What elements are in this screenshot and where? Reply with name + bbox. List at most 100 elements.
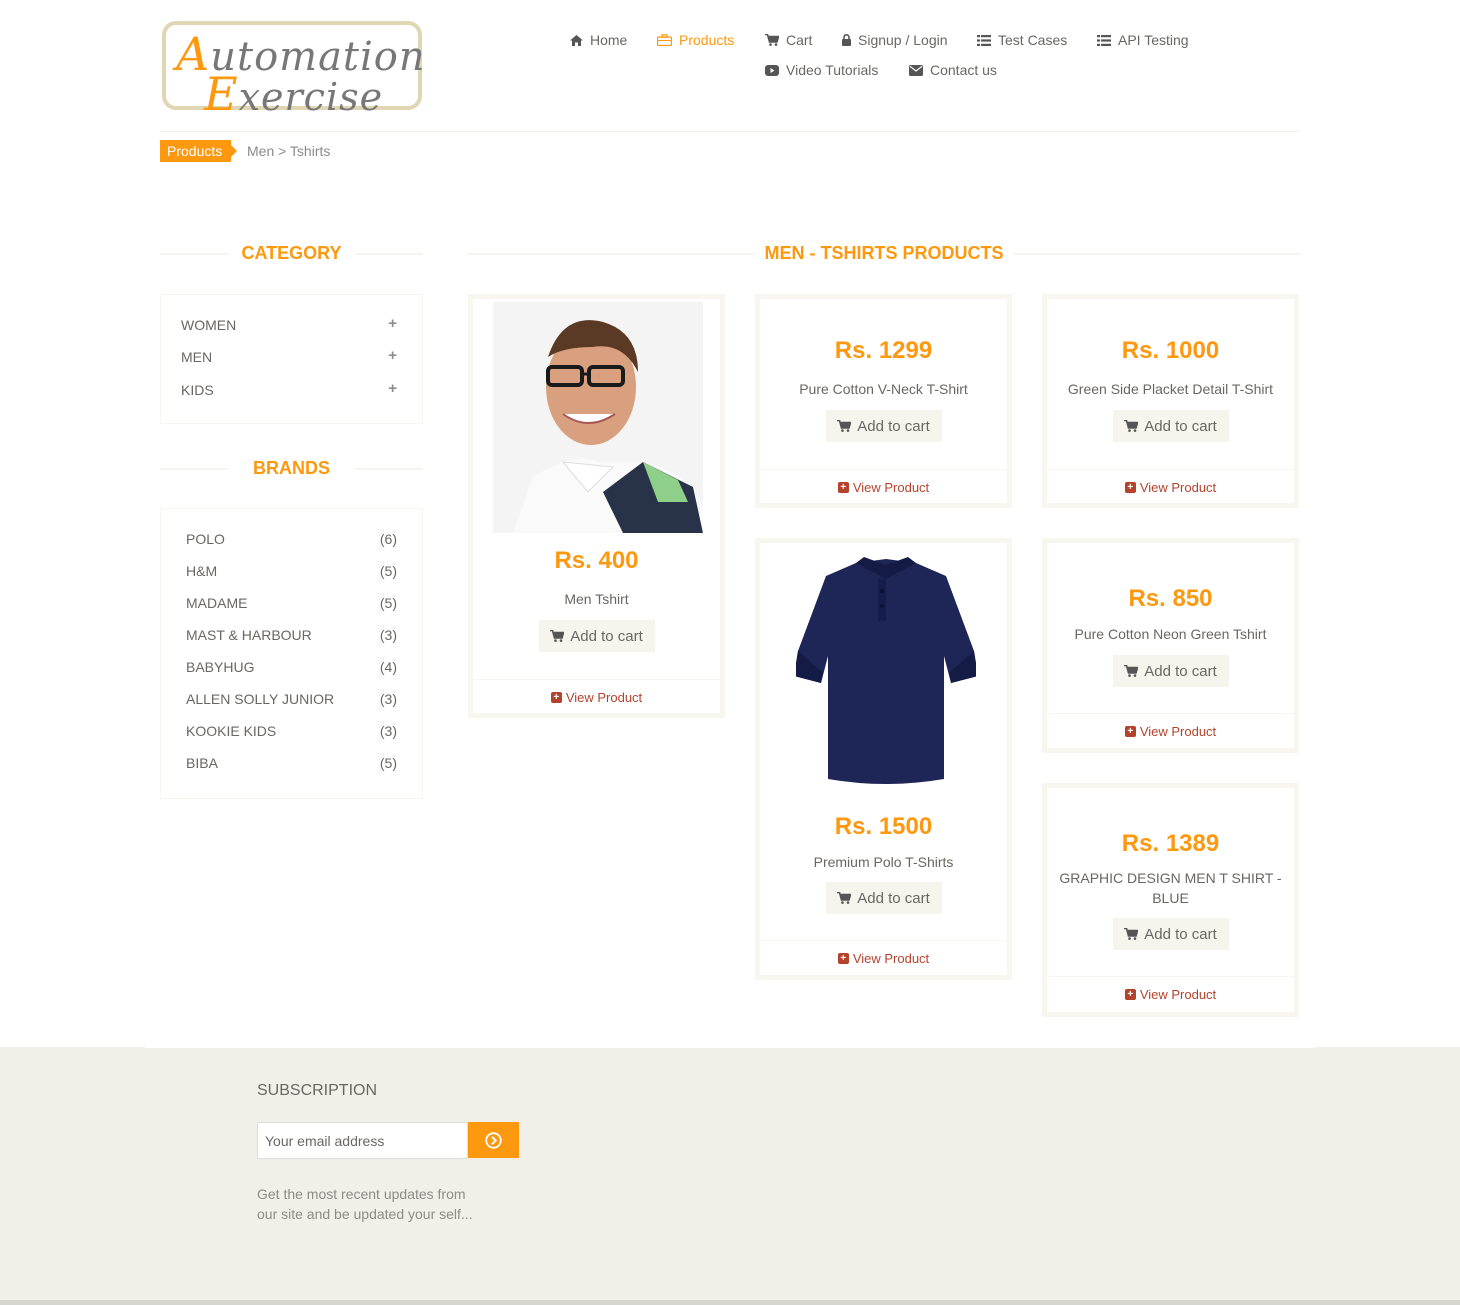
subscribe-button[interactable] [468, 1122, 519, 1158]
nav-api-testing[interactable]: API Testing [1097, 32, 1189, 48]
breadcrumb-products[interactable]: Products [160, 140, 238, 162]
add-to-cart-button[interactable]: Add to cart [538, 620, 655, 652]
nav-test-cases-label: Test Cases [998, 32, 1068, 48]
brand-allen-solly-junior[interactable]: ALLEN SOLLY JUNIOR (3) [186, 691, 397, 707]
card-divider [1047, 976, 1294, 977]
list-icon [977, 34, 991, 46]
nav-video-tutorials[interactable]: Video Tutorials [765, 62, 878, 78]
category-men[interactable]: MEN + [181, 348, 397, 365]
plus-square-icon: + [1124, 726, 1136, 737]
shopping-cart-icon [837, 420, 852, 432]
product-card: Rs. 400 Men Tshirt Add to cart + View Pro… [468, 294, 725, 718]
title-line-right [355, 468, 423, 470]
product-card: Rs. 1500 Premium Polo T-Shirts Add to ca… [755, 538, 1012, 980]
title-line-right [355, 253, 423, 255]
footer [0, 1047, 1460, 1305]
view-product-link[interactable]: + View Product [760, 480, 1007, 495]
view-product-link[interactable]: + View Product [1047, 987, 1294, 1002]
brand-kookie-kids[interactable]: KOOKIE KIDS (3) [186, 723, 397, 739]
plus-square-icon: + [1124, 482, 1136, 493]
shopping-cart-icon [837, 892, 852, 904]
arrow-circle-right-icon [485, 1131, 502, 1149]
nav-products[interactable]: Products [657, 32, 734, 48]
plus-square-icon: + [550, 692, 562, 703]
breadcrumb-path: Men > Tshirts [247, 143, 331, 159]
plus-icon[interactable]: + [388, 348, 397, 365]
view-product-label: View Product [1139, 480, 1217, 495]
shopping-cart-icon [1124, 420, 1139, 432]
plus-icon[interactable]: + [388, 316, 397, 333]
product-card: Rs. 1389 GRAPHIC DESIGN MEN T SHIRT - BL… [1042, 783, 1299, 1017]
view-product-label: View Product [1139, 987, 1217, 1002]
brand-madame[interactable]: MADAME (5) [186, 595, 397, 611]
add-to-cart-button[interactable]: Add to cart [825, 410, 942, 442]
brands-panel: POLO (6) H&M (5) MADAME (5) MAST & HARBOUR (… [160, 508, 423, 799]
logo-line-2: Exercise [204, 67, 384, 121]
title-line-left [160, 253, 228, 255]
nav-api-testing-label: API Testing [1118, 32, 1189, 48]
brand-count: (4) [379, 659, 397, 675]
nav-cart[interactable]: Cart [765, 32, 812, 48]
nav-contact-us[interactable]: Contact us [909, 62, 997, 78]
brand-count: (3) [379, 691, 397, 707]
product-name: Pure Cotton V-Neck T-Shirt [799, 381, 968, 397]
product-price: Rs. 850 [1128, 585, 1213, 612]
product-name: Green Side Placket Detail T-Shirt [1067, 381, 1274, 397]
nav-signup-login[interactable]: Signup / Login [842, 32, 948, 48]
shopping-cart-icon [1124, 665, 1139, 677]
brand-polo[interactable]: POLO (6) [186, 531, 397, 547]
brand-name: POLO [186, 531, 225, 547]
card-divider [760, 469, 1007, 470]
plus-square-icon: + [1124, 989, 1136, 1000]
brand-count: (5) [379, 755, 397, 771]
product-image-premium-polo[interactable] [796, 551, 976, 786]
card-divider [473, 679, 720, 680]
product-name: Premium Polo T-Shirts [813, 854, 954, 870]
plus-square-icon: + [837, 953, 849, 964]
brand-hm[interactable]: H&M (5) [186, 563, 397, 579]
add-to-cart-button[interactable]: Add to cart [1112, 410, 1229, 442]
card-divider [1047, 469, 1294, 470]
add-to-cart-button[interactable]: Add to cart [1112, 918, 1229, 950]
brand-biba[interactable]: BIBA (5) [186, 755, 397, 771]
add-to-cart-button[interactable]: Add to cart [1112, 655, 1229, 687]
add-to-cart-button[interactable]: Add to cart [825, 882, 942, 914]
category-panel: WOMEN + MEN + KIDS + [160, 294, 423, 424]
card-divider [1047, 713, 1294, 714]
brand-name: MAST & HARBOUR [186, 627, 312, 643]
brand-name: MADAME [186, 595, 248, 611]
product-price: Rs. 1389 [1121, 830, 1220, 857]
nav-home[interactable]: Home [570, 32, 627, 48]
product-card: Rs. 1000 Green Side Placket Detail T-Shi… [1042, 294, 1299, 508]
youtube-play-icon [765, 64, 779, 76]
product-name: Men Tshirt [564, 591, 629, 607]
add-to-cart-label: Add to cart [570, 627, 643, 645]
lock-icon [842, 34, 851, 46]
product-image-men-tshirt[interactable] [493, 302, 703, 533]
brand-babyhug[interactable]: BABYHUG (4) [186, 659, 397, 675]
shopping-cart-icon [550, 630, 565, 642]
product-price: Rs. 1299 [834, 337, 933, 364]
view-product-link[interactable]: + View Product [760, 951, 1007, 966]
brand-count: (6) [379, 531, 397, 547]
add-to-cart-label: Add to cart [1144, 417, 1217, 435]
briefcase-icon [657, 34, 672, 46]
footer-bottom-bar [0, 1300, 1460, 1305]
brand-mast-harbour[interactable]: MAST & HARBOUR (3) [186, 627, 397, 643]
category-kids[interactable]: KIDS + [181, 381, 397, 398]
view-product-link[interactable]: + View Product [1047, 724, 1294, 739]
view-product-link[interactable]: + View Product [1047, 480, 1294, 495]
nav-home-label: Home [590, 32, 628, 48]
product-card: Rs. 1299 Pure Cotton V-Neck T-Shirt Add … [755, 294, 1012, 508]
plus-square-icon: + [837, 482, 849, 493]
add-to-cart-label: Add to cart [857, 889, 930, 907]
subscription-email-input[interactable] [257, 1122, 468, 1159]
category-title: CATEGORY [241, 243, 342, 263]
product-name: GRAPHIC DESIGN MEN T SHIRT - BLUE [1059, 870, 1282, 906]
view-product-link[interactable]: + View Product [473, 690, 720, 705]
site-logo[interactable]: Automation Exercise [162, 21, 425, 121]
nav-test-cases[interactable]: Test Cases [977, 32, 1067, 48]
plus-icon[interactable]: + [388, 381, 397, 398]
view-product-label: View Product [852, 480, 930, 495]
category-women[interactable]: WOMEN + [181, 316, 397, 333]
